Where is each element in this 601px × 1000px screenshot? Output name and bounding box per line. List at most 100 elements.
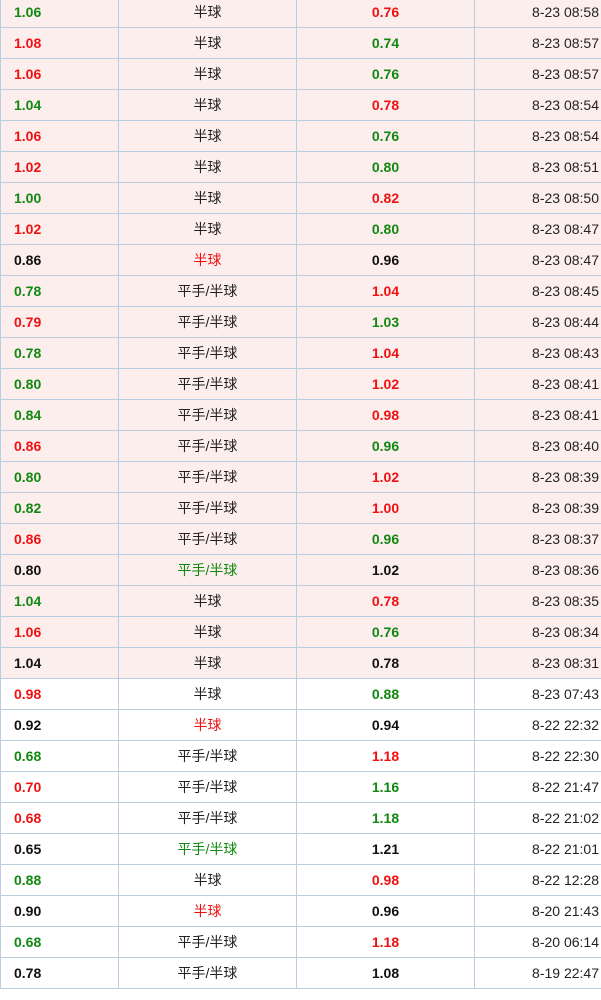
handicap-line-cell: 半球 <box>118 678 297 710</box>
handicap-line-cell: 半球 <box>118 182 297 214</box>
change-time-cell: 8-23 08:44 <box>474 306 601 338</box>
away-odds-cell: 0.96 <box>296 430 475 462</box>
change-time-cell: 8-22 21:47 <box>474 771 601 803</box>
away-odds-cell: 0.96 <box>296 523 475 555</box>
away-odds-cell: 0.76 <box>296 616 475 648</box>
odds-row: 0.68 平手/半球 1.18 8-20 06:14 <box>0 926 601 958</box>
handicap-line-cell: 半球 <box>118 244 297 276</box>
odds-row: 0.86 平手/半球 0.96 8-23 08:40 <box>0 430 601 462</box>
away-odds-cell: 0.80 <box>296 151 475 183</box>
change-time-cell: 8-23 08:45 <box>474 275 601 307</box>
away-odds-cell: 1.18 <box>296 740 475 772</box>
odds-row: 1.04 半球 0.78 8-23 08:35 <box>0 585 601 617</box>
home-odds-cell: 0.80 <box>0 461 119 493</box>
odds-row: 1.02 半球 0.80 8-23 08:51 <box>0 151 601 183</box>
home-odds-cell: 0.86 <box>0 430 119 462</box>
change-time-cell: 8-23 08:57 <box>474 27 601 59</box>
handicap-line-cell: 平手/半球 <box>118 833 297 865</box>
home-odds-cell: 0.80 <box>0 554 119 586</box>
change-time-cell: 8-23 08:39 <box>474 461 601 493</box>
change-time-cell: 8-23 07:43 <box>474 678 601 710</box>
change-time-cell: 8-23 08:35 <box>474 585 601 617</box>
handicap-line-cell: 半球 <box>118 585 297 617</box>
home-odds-cell: 1.06 <box>0 616 119 648</box>
odds-row: 1.02 半球 0.80 8-23 08:47 <box>0 213 601 245</box>
change-time-cell: 8-23 08:58 <box>474 0 601 28</box>
home-odds-cell: 0.86 <box>0 523 119 555</box>
handicap-line-cell: 平手/半球 <box>118 337 297 369</box>
away-odds-cell: 0.98 <box>296 864 475 896</box>
away-odds-cell: 1.18 <box>296 926 475 958</box>
odds-row: 1.06 半球 0.76 8-23 08:54 <box>0 120 601 152</box>
change-time-cell: 8-23 08:40 <box>474 430 601 462</box>
home-odds-cell: 1.04 <box>0 647 119 679</box>
odds-row: 1.04 半球 0.78 8-23 08:31 <box>0 647 601 679</box>
handicap-line-cell: 平手/半球 <box>118 275 297 307</box>
away-odds-cell: 1.16 <box>296 771 475 803</box>
handicap-line-cell: 平手/半球 <box>118 399 297 431</box>
home-odds-cell: 1.02 <box>0 151 119 183</box>
home-odds-cell: 1.04 <box>0 585 119 617</box>
away-odds-cell: 0.76 <box>296 58 475 90</box>
handicap-line-cell: 半球 <box>118 0 297 28</box>
change-time-cell: 8-22 22:32 <box>474 709 601 741</box>
home-odds-cell: 0.86 <box>0 244 119 276</box>
home-odds-cell: 0.65 <box>0 833 119 865</box>
away-odds-cell: 0.94 <box>296 709 475 741</box>
home-odds-cell: 0.78 <box>0 957 119 989</box>
away-odds-cell: 0.76 <box>296 0 475 28</box>
away-odds-cell: 1.04 <box>296 275 475 307</box>
handicap-line-cell: 平手/半球 <box>118 368 297 400</box>
odds-row: 0.80 平手/半球 1.02 8-23 08:36 <box>0 554 601 586</box>
odds-row: 0.68 平手/半球 1.18 8-22 22:30 <box>0 740 601 772</box>
handicap-line-cell: 平手/半球 <box>118 461 297 493</box>
home-odds-cell: 0.78 <box>0 275 119 307</box>
home-odds-cell: 0.68 <box>0 740 119 772</box>
odds-row: 0.80 平手/半球 1.02 8-23 08:41 <box>0 368 601 400</box>
change-time-cell: 8-19 22:47 <box>474 957 601 989</box>
change-time-cell: 8-23 08:41 <box>474 399 601 431</box>
home-odds-cell: 1.02 <box>0 213 119 245</box>
handicap-line-cell: 半球 <box>118 89 297 121</box>
home-odds-cell: 0.84 <box>0 399 119 431</box>
handicap-line-cell: 平手/半球 <box>118 306 297 338</box>
odds-row: 0.84 平手/半球 0.98 8-23 08:41 <box>0 399 601 431</box>
odds-row: 0.78 平手/半球 1.04 8-23 08:45 <box>0 275 601 307</box>
change-time-cell: 8-23 08:36 <box>474 554 601 586</box>
home-odds-cell: 0.68 <box>0 926 119 958</box>
home-odds-cell: 0.92 <box>0 709 119 741</box>
handicap-line-cell: 平手/半球 <box>118 430 297 462</box>
change-time-cell: 8-20 06:14 <box>474 926 601 958</box>
odds-history-table: 1.06 半球 0.76 8-23 08:58 1.08 半球 0.74 8-23 08:57… <box>0 0 601 989</box>
odds-table-body: 1.06 半球 0.76 8-23 08:58 1.08 半球 0.74 8-23 08:57… <box>0 0 601 989</box>
home-odds-cell: 0.90 <box>0 895 119 927</box>
home-odds-cell: 1.06 <box>0 0 119 28</box>
handicap-line-cell: 半球 <box>118 213 297 245</box>
away-odds-cell: 0.78 <box>296 89 475 121</box>
odds-row: 0.98 半球 0.88 8-23 07:43 <box>0 678 601 710</box>
change-time-cell: 8-23 08:47 <box>474 213 601 245</box>
away-odds-cell: 1.18 <box>296 802 475 834</box>
change-time-cell: 8-20 21:43 <box>474 895 601 927</box>
away-odds-cell: 0.98 <box>296 399 475 431</box>
handicap-line-cell: 平手/半球 <box>118 554 297 586</box>
odds-row: 1.08 半球 0.74 8-23 08:57 <box>0 27 601 59</box>
home-odds-cell: 0.82 <box>0 492 119 524</box>
away-odds-cell: 0.74 <box>296 27 475 59</box>
change-time-cell: 8-23 08:37 <box>474 523 601 555</box>
change-time-cell: 8-23 08:39 <box>474 492 601 524</box>
handicap-line-cell: 半球 <box>118 58 297 90</box>
away-odds-cell: 0.76 <box>296 120 475 152</box>
handicap-line-cell: 平手/半球 <box>118 802 297 834</box>
handicap-line-cell: 半球 <box>118 709 297 741</box>
handicap-line-cell: 平手/半球 <box>118 523 297 555</box>
change-time-cell: 8-23 08:54 <box>474 89 601 121</box>
odds-row: 0.86 半球 0.96 8-23 08:47 <box>0 244 601 276</box>
odds-row: 0.78 平手/半球 1.04 8-23 08:43 <box>0 337 601 369</box>
odds-row: 0.86 平手/半球 0.96 8-23 08:37 <box>0 523 601 555</box>
away-odds-cell: 0.80 <box>296 213 475 245</box>
home-odds-cell: 1.04 <box>0 89 119 121</box>
handicap-line-cell: 半球 <box>118 616 297 648</box>
change-time-cell: 8-23 08:34 <box>474 616 601 648</box>
away-odds-cell: 1.08 <box>296 957 475 989</box>
